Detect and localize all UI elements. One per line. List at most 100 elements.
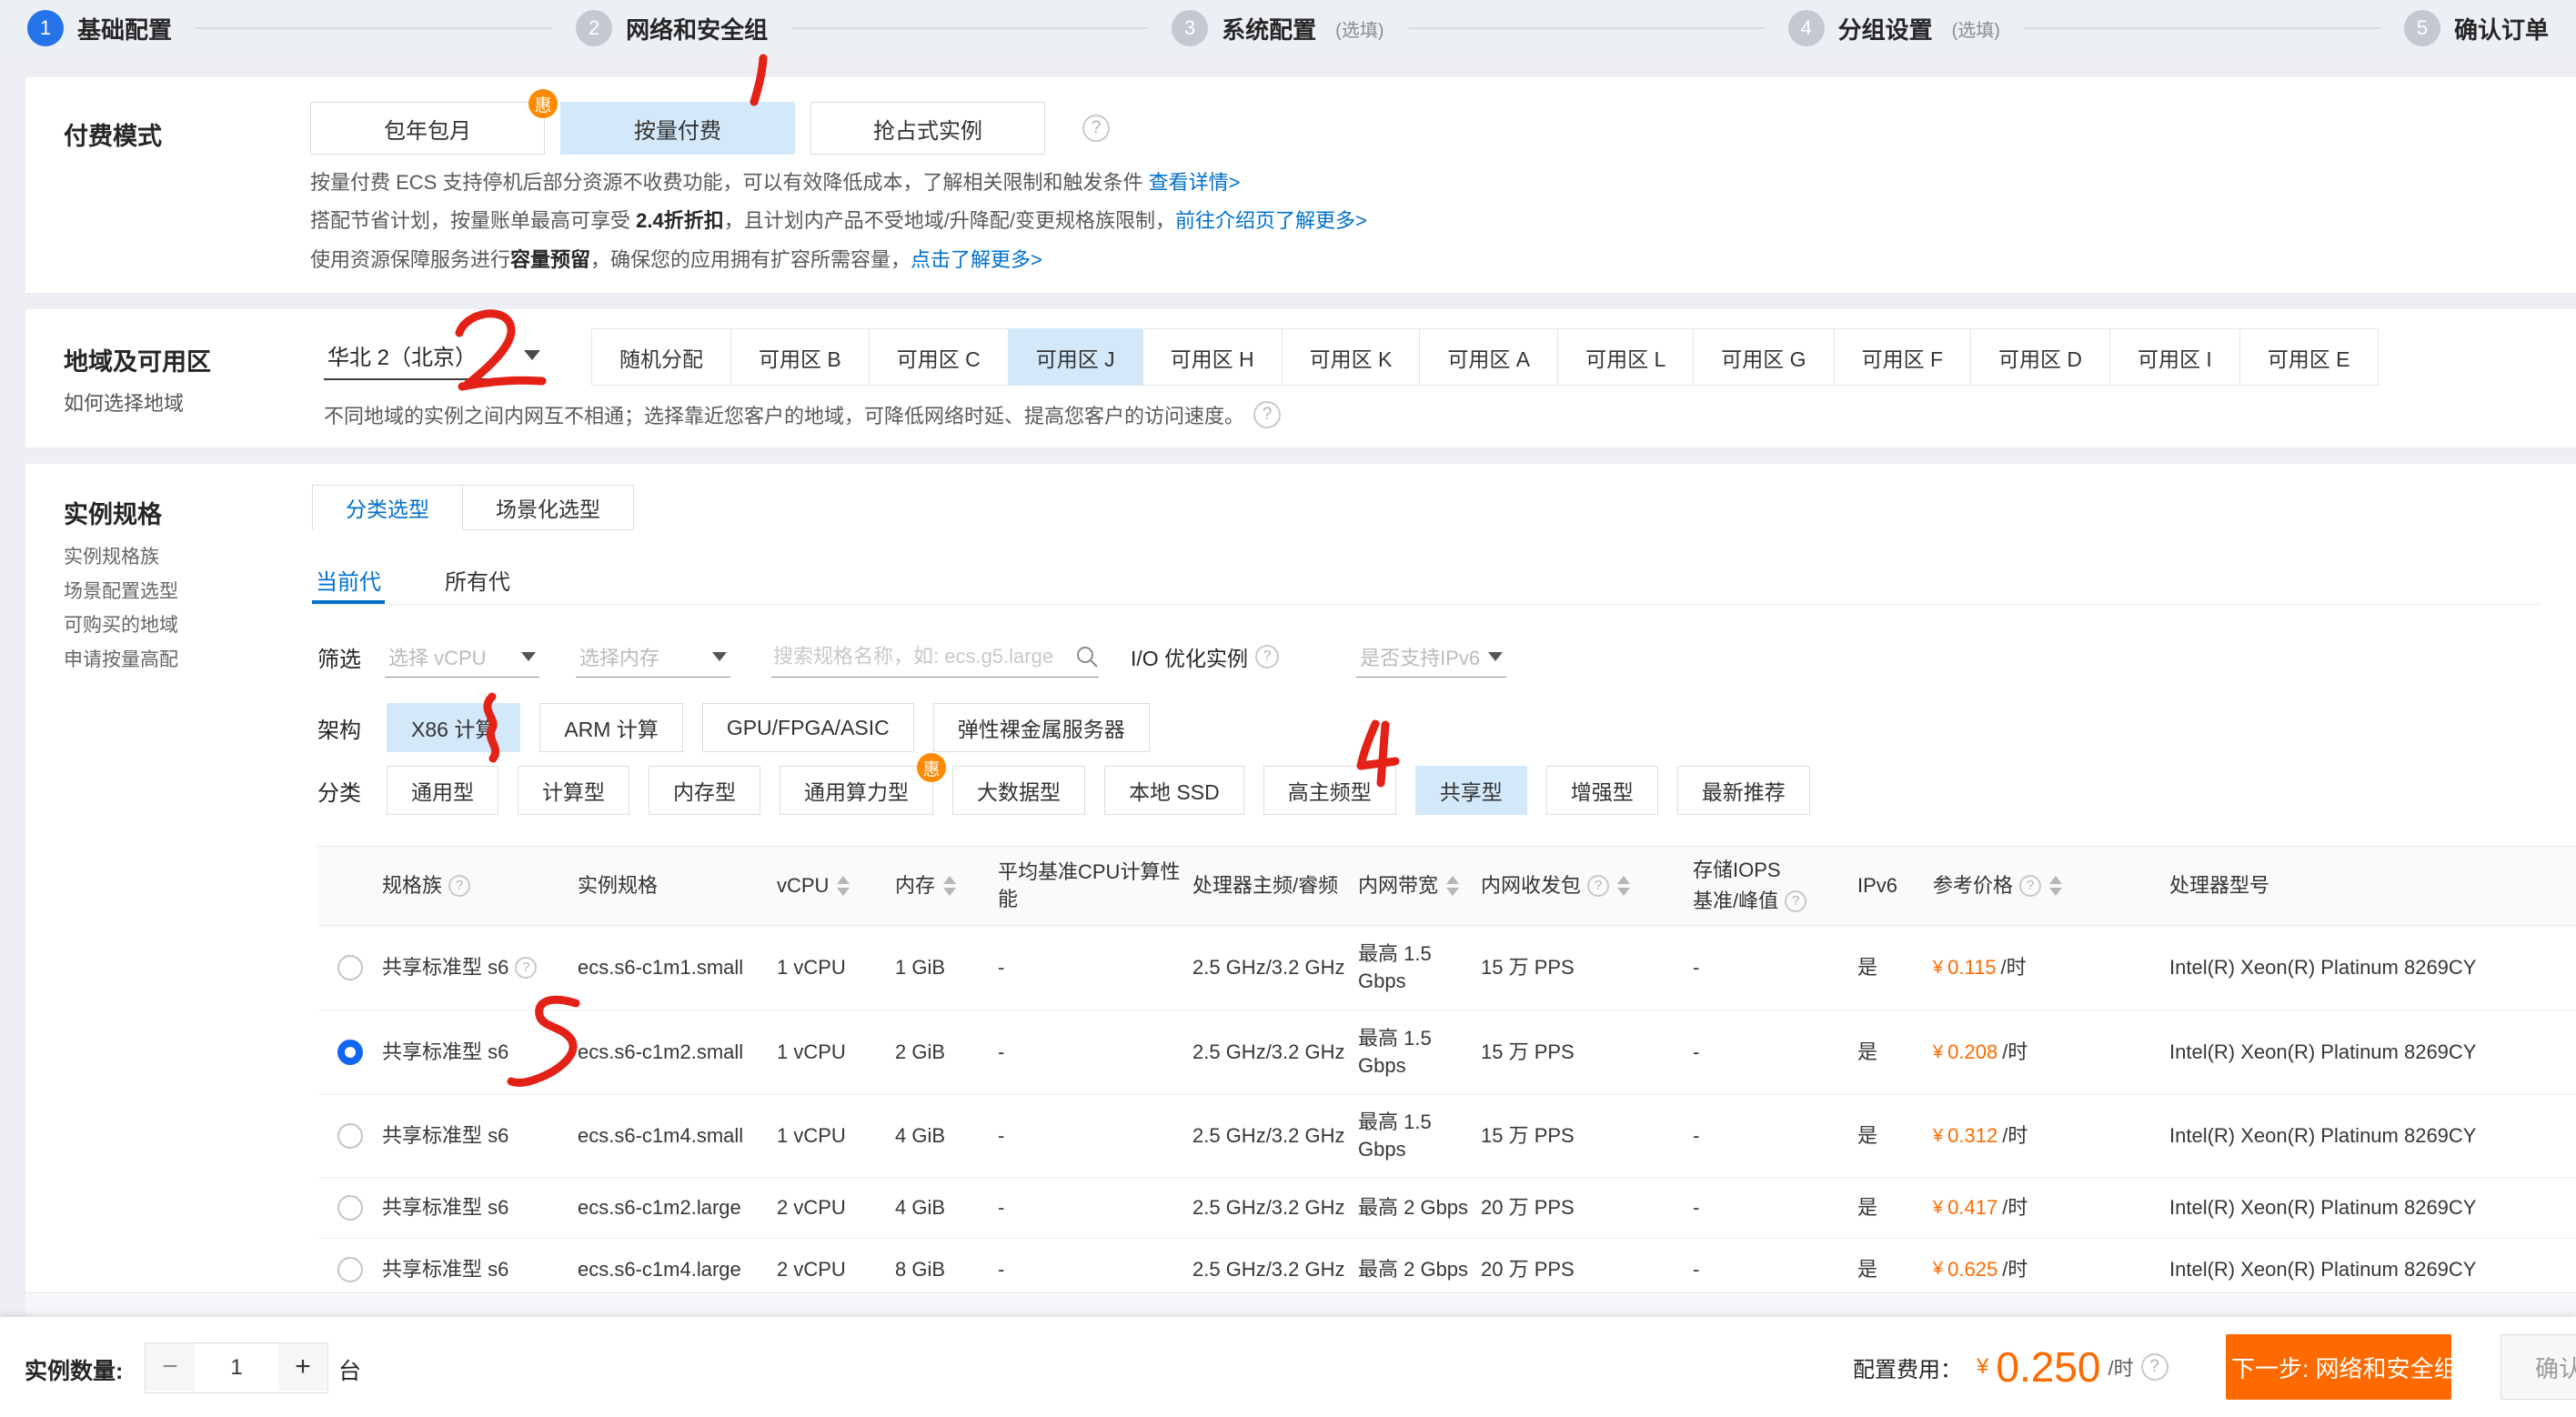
tab-current-generation[interactable]: 当前代: [312, 558, 385, 604]
row-radio[interactable]: [337, 1195, 363, 1221]
tab-category-selection[interactable]: 分类选型: [312, 485, 463, 530]
payment-mode-section: 付费模式 包年包月 惠 按量付费 抢占式实例 ? 按量付费 ECS 支持停机后部…: [25, 77, 2576, 293]
cat-general[interactable]: 通用型: [387, 766, 498, 815]
step-number-badge: 4: [1788, 10, 1825, 46]
quantity-plus-button[interactable]: +: [278, 1343, 327, 1391]
side-link-quota-increase[interactable]: 申请按量高配: [64, 645, 178, 672]
sort-icon[interactable]: [943, 876, 956, 896]
io-help-icon[interactable]: ?: [1255, 645, 1279, 668]
pay-option-spot-instance[interactable]: 抢占式实例: [810, 102, 1045, 155]
chevron-down-icon: [521, 652, 536, 661]
memory-select[interactable]: 选择内存: [576, 636, 730, 678]
desc-text: ，且计划内产品不受地域/升降配/变更规格族限制，: [724, 209, 1175, 232]
table-row[interactable]: 共享标准型 s6 ecs.s6-c1m4.large 2 vCPU 8 GiB …: [317, 1239, 2576, 1301]
cat-universal[interactable]: 通用算力型 惠: [780, 766, 933, 815]
zone-c[interactable]: 可用区 C: [869, 328, 1009, 386]
quantity-input[interactable]: [195, 1343, 278, 1392]
view-details-link[interactable]: 查看详情>: [1149, 171, 1241, 194]
table-row-selected[interactable]: 共享标准型 s6 ecs.s6-c1m2.small 1 vCPU 2 GiB …: [317, 1010, 2576, 1095]
iops-help-icon[interactable]: ?: [1785, 890, 1806, 912]
spec-search-input[interactable]: [771, 644, 1075, 669]
pps-help-icon[interactable]: ?: [1587, 875, 1609, 897]
header-ipv6: IPv6: [1857, 872, 1933, 899]
zone-b[interactable]: 可用区 B: [730, 328, 870, 386]
cat-memory[interactable]: 内存型: [649, 766, 760, 815]
pay-option-pay-as-you-go[interactable]: 按量付费: [560, 102, 795, 155]
zone-random[interactable]: 随机分配: [591, 328, 731, 386]
payment-help-icon[interactable]: ?: [1082, 115, 1110, 142]
step-label: 基础配置: [77, 12, 172, 45]
arch-x86[interactable]: X86 计算: [387, 703, 520, 752]
region-section-label: 地域及可用区: [64, 342, 211, 377]
savings-plan-link[interactable]: 前往介绍页了解更多>: [1175, 209, 1367, 232]
how-to-choose-region-link[interactable]: 如何选择地域: [64, 387, 184, 417]
sort-icon[interactable]: [1617, 876, 1630, 896]
confirm-order-button[interactable]: 确认订单: [2501, 1334, 2576, 1400]
step-connector: [1408, 27, 1765, 29]
zone-k[interactable]: 可用区 K: [1282, 328, 1421, 386]
row-radio[interactable]: [337, 1123, 363, 1149]
row-radio[interactable]: [337, 1257, 363, 1282]
region-select-value: 华北 2（北京）: [327, 339, 477, 371]
ipv6-select[interactable]: 是否支持IPv6: [1356, 636, 1506, 678]
side-link-scenario-config[interactable]: 场景配置选型: [64, 577, 178, 604]
tab-scenario-selection[interactable]: 场景化选型: [462, 485, 634, 530]
region-note-text: 不同地域的实例之间内网互不相通；选择靠近您客户的地域，可降低网络时延、提高您客户…: [324, 400, 1244, 429]
cat-local-ssd[interactable]: 本地 SSD: [1104, 766, 1244, 815]
arch-gpu-fpga-asic[interactable]: GPU/FPGA/ASIC: [702, 703, 914, 752]
step-number-badge: 1: [27, 10, 64, 46]
cat-high-clock[interactable]: 高主频型: [1263, 766, 1396, 815]
row-radio[interactable]: [337, 955, 363, 980]
spec-table: 规格族? 实例规格 vCPU 内存 平均基准CPU计算性能 处理器主频/睿频 内…: [317, 846, 2576, 1301]
next-step-button[interactable]: 下一步: 网络和安全组: [2226, 1334, 2451, 1400]
step-grouping: 4 分组设置 (选填): [1788, 10, 2000, 46]
cat-compute[interactable]: 计算型: [518, 766, 629, 815]
zone-d[interactable]: 可用区 D: [1970, 328, 2110, 386]
zone-j[interactable]: 可用区 J: [1008, 328, 1143, 386]
zone-h[interactable]: 可用区 H: [1142, 328, 1283, 386]
vcpu-select[interactable]: 选择 vCPU: [385, 636, 539, 678]
side-link-purchasable-regions[interactable]: 可购买的地域: [64, 610, 178, 638]
cat-latest[interactable]: 最新推荐: [1677, 766, 1810, 815]
arch-arm[interactable]: ARM 计算: [539, 703, 683, 752]
family-help-icon[interactable]: ?: [515, 957, 537, 979]
zone-i[interactable]: 可用区 I: [2109, 328, 2240, 386]
wizard-stepper: 1 基础配置 2 网络和安全组 3 系统配置 (选填) 4 分组设置 (选填) …: [0, 0, 2576, 56]
quantity-minus-button[interactable]: −: [146, 1343, 195, 1391]
quantity-stepper: − +: [145, 1342, 328, 1393]
io-optimized-filter: I/O 优化实例 ?: [1131, 641, 1279, 672]
arch-baremetal[interactable]: 弹性裸金属服务器: [933, 703, 1150, 752]
sort-icon[interactable]: [2049, 876, 2062, 896]
fee-unit: /时: [2108, 1352, 2133, 1382]
price-help-icon[interactable]: ?: [2019, 875, 2041, 897]
step-number-badge: 2: [576, 10, 612, 46]
family-help-icon[interactable]: ?: [448, 875, 470, 897]
capacity-reservation-link[interactable]: 点击了解更多>: [911, 248, 1042, 271]
architecture-row: 架构 X86 计算 ARM 计算 GPU/FPGA/ASIC 弹性裸金属服务器: [317, 703, 1169, 752]
step-number-badge: 3: [1172, 10, 1208, 46]
sort-icon[interactable]: [1446, 876, 1459, 896]
region-help-icon[interactable]: ?: [1253, 401, 1281, 428]
zone-a[interactable]: 可用区 A: [1419, 328, 1558, 386]
header-family: 规格族?: [382, 872, 578, 899]
fee-help-icon[interactable]: ?: [2141, 1353, 2168, 1381]
cat-enhanced[interactable]: 增强型: [1546, 766, 1658, 815]
fee-currency: ¥: [1977, 1354, 1988, 1380]
step-basic-config: 1 基础配置: [27, 10, 172, 46]
table-row[interactable]: 共享标准型 s6 ecs.s6-c1m2.large 2 vCPU 4 GiB …: [317, 1178, 2576, 1239]
zone-g[interactable]: 可用区 G: [1693, 328, 1834, 386]
search-icon[interactable]: [1075, 645, 1099, 668]
table-row[interactable]: 共享标准型 s6 ecs.s6-c1m4.small 1 vCPU 4 GiB …: [317, 1095, 2576, 1178]
cat-shared[interactable]: 共享型: [1415, 766, 1527, 815]
tab-all-generations[interactable]: 所有代: [441, 558, 514, 604]
cat-bigdata[interactable]: 大数据型: [952, 766, 1085, 815]
sort-icon[interactable]: [837, 876, 850, 896]
region-select[interactable]: 华北 2（北京）: [324, 331, 546, 380]
zone-e[interactable]: 可用区 E: [2239, 328, 2379, 386]
zone-f[interactable]: 可用区 F: [1834, 328, 1971, 386]
table-row[interactable]: 共享标准型 s6? ecs.s6-c1m1.small 1 vCPU 1 GiB…: [317, 926, 2576, 1010]
side-link-spec-families[interactable]: 实例规格族: [64, 542, 159, 569]
row-radio-checked[interactable]: [337, 1040, 363, 1065]
zone-l[interactable]: 可用区 L: [1557, 328, 1694, 386]
pay-option-subscription[interactable]: 包年包月 惠: [310, 102, 545, 155]
